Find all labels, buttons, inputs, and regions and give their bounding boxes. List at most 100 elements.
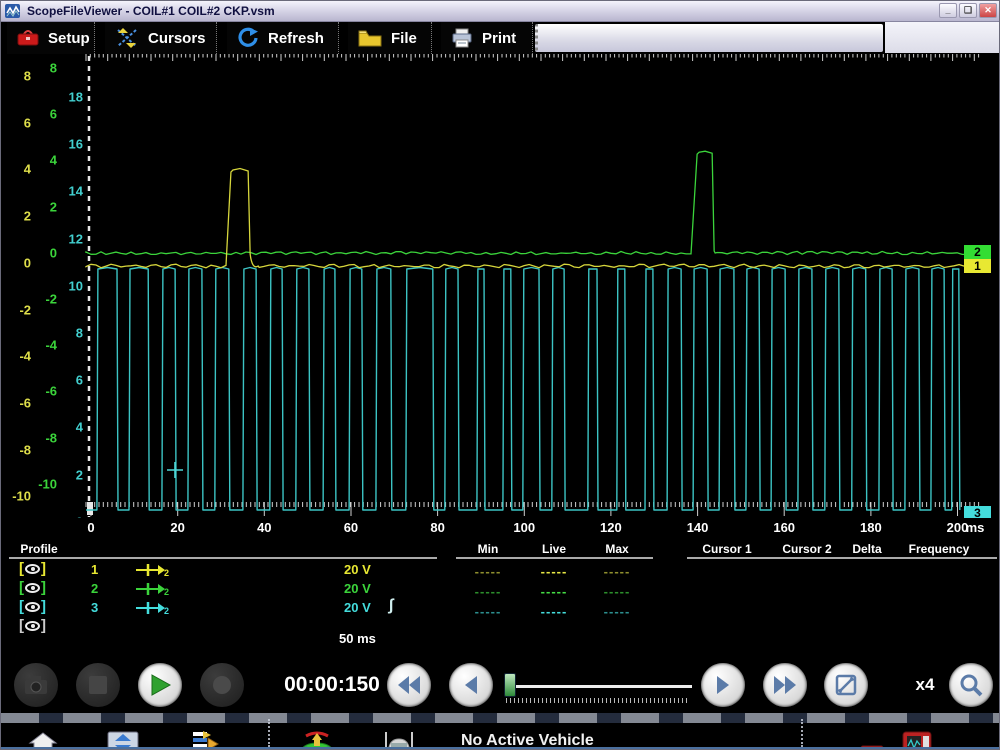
play-button[interactable] — [138, 663, 182, 707]
ch3-min-value: ----- — [475, 604, 502, 619]
vehicle-id-button[interactable] — [383, 731, 415, 750]
app-window: ScopeFileViewer - COIL#1 COIL#2 CKP.vsm … — [0, 0, 1000, 750]
data-list-button[interactable] — [191, 730, 221, 750]
vehicle-id-icon — [383, 731, 415, 750]
column-header-cursor-1: Cursor 1 — [702, 542, 751, 556]
ch1-min-value: ----- — [475, 564, 502, 579]
waveform-plot[interactable] — [1, 54, 1000, 518]
cursors-button[interactable]: Cursors — [105, 22, 217, 54]
y-axis-label-ch3: 14 — [69, 184, 83, 199]
svg-text:2: 2 — [164, 568, 169, 577]
y-axis-label-ch2: -6 — [45, 384, 57, 399]
probe-icon[interactable]: 2 — [136, 563, 170, 577]
position-slider-thumb[interactable] — [504, 673, 516, 697]
y-axis-label-ch2: -4 — [45, 338, 57, 353]
column-header-delta: Delta — [852, 542, 881, 556]
stop-button[interactable] — [76, 663, 120, 707]
y-axis-label-ch3: 16 — [69, 137, 83, 152]
column-header-max: Max — [605, 542, 628, 556]
home-button[interactable] — [28, 731, 58, 750]
y-axis-label-ch3: 6 — [76, 373, 83, 388]
filter-scurve-icon[interactable]: ∫ — [389, 597, 393, 615]
scope-screen-button[interactable] — [107, 730, 139, 750]
toolbar-button-label: Setup — [48, 30, 90, 47]
zoom-button[interactable] — [949, 663, 993, 707]
minimize-button[interactable]: _ — [939, 3, 957, 18]
print-button[interactable]: Print — [441, 22, 533, 54]
rewind-button[interactable] — [387, 663, 431, 707]
ch3-live-value: ----- — [541, 604, 568, 619]
data-list-icon — [191, 730, 221, 750]
channel-2-badge[interactable]: 2 — [964, 245, 991, 259]
fast-forward-button[interactable] — [763, 663, 807, 707]
system-taskbar: No Active Vehicle — [1, 713, 1000, 750]
cursor-underline — [687, 557, 997, 559]
position-slider-ticks — [506, 698, 688, 703]
scope-module-button[interactable] — [901, 730, 933, 750]
channel-number: 2 — [91, 581, 98, 596]
channel-number: 1 — [91, 562, 98, 577]
scope-display[interactable]: 86420-2-4-6-8-1086420-2-4-6-8-1018161412… — [1, 54, 1000, 518]
toolbar-spacer — [535, 24, 883, 52]
position-slider-track[interactable] — [504, 685, 692, 688]
probe-icon[interactable]: 2 — [136, 582, 170, 596]
main-toolbar: Setup Cursors Refresh File Print — [1, 22, 1000, 54]
sweep-time-label[interactable]: 50 ms — [339, 631, 376, 646]
wireless-module-icon — [855, 730, 889, 750]
measurement-panel: Profile 50 ms MinLiveMaxCursor 1Cursor 2… — [1, 538, 1000, 651]
y-axis-label-ch2: -8 — [45, 430, 57, 445]
window-controls: _❏✕ — [937, 3, 997, 18]
close-button[interactable]: ✕ — [979, 3, 997, 18]
snapshot-button[interactable] — [14, 663, 58, 707]
crosshair-cursor[interactable] — [167, 462, 183, 478]
channel-aux-visibility-toggle[interactable]: [] — [19, 617, 46, 634]
channel-1-visibility-toggle[interactable]: [] — [19, 560, 46, 577]
y-axis-label-ch3: 8 — [76, 326, 83, 341]
y-axis-label-ch1: 6 — [24, 115, 31, 130]
file-button[interactable]: File — [348, 22, 432, 54]
trigger-marker[interactable] — [87, 502, 93, 515]
channel-scale-value[interactable]: 20 V — [344, 581, 371, 596]
x-axis-tick-label: 0 — [87, 520, 94, 535]
record-button[interactable] — [200, 663, 244, 707]
rewind-icon — [396, 674, 422, 696]
ch2-max-value: ----- — [604, 584, 631, 599]
y-axis-label-ch1: -8 — [19, 442, 31, 457]
step-back-button[interactable] — [449, 663, 493, 707]
step-forward-button[interactable] — [701, 663, 745, 707]
wireless-module-button[interactable] — [855, 730, 889, 750]
minmax-underline — [456, 557, 653, 559]
bracket: [ — [19, 617, 24, 634]
restore-button[interactable]: ❏ — [959, 3, 977, 18]
x-axis-tick-label: 80 — [430, 520, 444, 535]
channel-scale-value[interactable]: 20 V — [344, 600, 371, 615]
toolbar-button-label: Print — [482, 30, 516, 47]
y-axis-label-ch2: 4 — [50, 153, 57, 168]
channel-2-visibility-toggle[interactable]: [] — [19, 579, 46, 596]
expand-button[interactable] — [824, 663, 868, 707]
camera-icon — [23, 674, 49, 696]
step-back-icon — [462, 674, 480, 696]
ch1-live-value: ----- — [541, 564, 568, 579]
channel-scale-value[interactable]: 20 V — [344, 562, 371, 577]
ch3-max-value: ----- — [604, 604, 631, 619]
refresh-button[interactable]: Refresh — [227, 22, 339, 54]
x-axis-tick-label: 60 — [344, 520, 358, 535]
vehicle-connect-button[interactable] — [300, 730, 334, 750]
x-axis-tick-label: 140 — [687, 520, 709, 535]
setup-button[interactable]: Setup — [7, 22, 95, 54]
y-axis-label-ch3: 18 — [69, 90, 83, 105]
ch2-live-value: ----- — [541, 584, 568, 599]
printer-icon — [451, 28, 473, 48]
scope-module-icon — [901, 730, 933, 750]
ch3-ckp-trace — [86, 268, 960, 511]
channel-1-badge[interactable]: 1 — [964, 259, 991, 273]
channel-number: 3 — [91, 600, 98, 615]
y-axis-label-ch1: -2 — [19, 302, 31, 317]
title-bar: ScopeFileViewer - COIL#1 COIL#2 CKP.vsm … — [1, 1, 1000, 22]
y-axis-label-ch2: -2 — [45, 292, 57, 307]
probe-icon[interactable]: 2 — [136, 601, 170, 615]
y-axis-label-ch1: -4 — [19, 349, 31, 364]
zoom-level-label: x4 — [916, 675, 935, 695]
channel-3-visibility-toggle[interactable]: [] — [19, 598, 46, 615]
